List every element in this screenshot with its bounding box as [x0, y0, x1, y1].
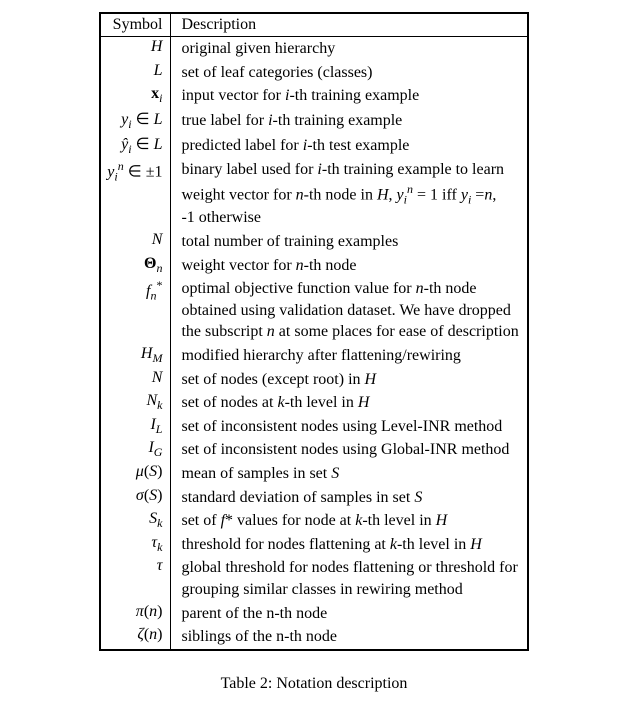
description-cell: optimal objective function value for n-t…	[171, 277, 528, 344]
symbol-cell: ζ(n)	[100, 625, 171, 650]
table-row: Nkset of nodes at k-th level in H	[100, 391, 527, 415]
description-cell: set of leaf categories (classes)	[171, 61, 528, 85]
description-cell: set of f* values for node at k-th level …	[171, 509, 528, 533]
header-description: Description	[171, 13, 528, 37]
table-row: IGset of inconsistent nodes using Global…	[100, 438, 527, 462]
table-row: Θnweight vector for n-th node	[100, 254, 527, 278]
caption-text: Notation description	[276, 675, 407, 692]
symbol-cell: σ(S)	[100, 486, 171, 510]
header-symbol: Symbol	[100, 13, 171, 37]
symbol-cell: yi ∈ L	[100, 108, 171, 133]
table-row: Lset of leaf categories (classes)	[100, 61, 527, 85]
symbol-cell: π(n)	[100, 602, 171, 626]
symbol-cell: τk	[100, 533, 171, 557]
symbol-cell: Nk	[100, 391, 171, 415]
description-cell: binary label used for i-th training exam…	[171, 158, 528, 230]
symbol-cell: ŷi ∈ L	[100, 133, 171, 158]
description-cell: set of nodes (except root) in H	[171, 368, 528, 392]
table-row: ζ(n)siblings of the n-th node	[100, 625, 527, 650]
notation-table: Symbol Description Horiginal given hiera…	[99, 12, 528, 651]
description-cell: original given hierarchy	[171, 37, 528, 61]
table-row: σ(S)standard deviation of samples in set…	[100, 486, 527, 510]
table-row: ŷi ∈ Lpredicted label for i-th test exam…	[100, 133, 527, 158]
symbol-cell: Sk	[100, 509, 171, 533]
table-row: fn*optimal objective function value for …	[100, 277, 527, 344]
description-cell: set of inconsistent nodes using Global-I…	[171, 438, 528, 462]
description-cell: mean of samples in set S	[171, 462, 528, 486]
symbol-cell: N	[100, 368, 171, 392]
description-cell: input vector for i-th training example	[171, 84, 528, 108]
symbol-cell: L	[100, 61, 171, 85]
symbol-cell: fn*	[100, 277, 171, 344]
table-caption: Table 2: Notation description	[12, 675, 616, 693]
table-row: Skset of f* values for node at k-th leve…	[100, 509, 527, 533]
caption-prefix: Table 2:	[221, 675, 277, 692]
description-cell: parent of the n-th node	[171, 602, 528, 626]
header-row: Symbol Description	[100, 13, 527, 37]
description-cell: predicted label for i-th test example	[171, 133, 528, 158]
description-cell: true label for i-th training example	[171, 108, 528, 133]
description-cell: set of nodes at k-th level in H	[171, 391, 528, 415]
symbol-cell: IG	[100, 438, 171, 462]
symbol-cell: Θn	[100, 254, 171, 278]
description-cell: weight vector for n-th node	[171, 254, 528, 278]
symbol-cell: H	[100, 37, 171, 61]
table-row: xiinput vector for i-th training example	[100, 84, 527, 108]
table-row: Horiginal given hierarchy	[100, 37, 527, 61]
table-row: Nset of nodes (except root) in H	[100, 368, 527, 392]
description-cell: global threshold for nodes flattening or…	[171, 556, 528, 601]
table-row: τglobal threshold for nodes flattening o…	[100, 556, 527, 601]
description-cell: siblings of the n-th node	[171, 625, 528, 650]
description-cell: standard deviation of samples in set S	[171, 486, 528, 510]
description-cell: set of inconsistent nodes using Level-IN…	[171, 415, 528, 439]
symbol-cell: xi	[100, 84, 171, 108]
table-row: yi ∈ Ltrue label for i-th training examp…	[100, 108, 527, 133]
table-row: π(n)parent of the n-th node	[100, 602, 527, 626]
table-row: τkthreshold for nodes flattening at k-th…	[100, 533, 527, 557]
symbol-cell: N	[100, 230, 171, 254]
table-row: μ(S)mean of samples in set S	[100, 462, 527, 486]
description-cell: total number of training examples	[171, 230, 528, 254]
description-cell: threshold for nodes flattening at k-th l…	[171, 533, 528, 557]
symbol-cell: μ(S)	[100, 462, 171, 486]
symbol-cell: yin ∈ ±1	[100, 158, 171, 230]
symbol-cell: HM	[100, 344, 171, 368]
symbol-cell: IL	[100, 415, 171, 439]
table-row: HMmodified hierarchy after flattening/re…	[100, 344, 527, 368]
table-row: ILset of inconsistent nodes using Level-…	[100, 415, 527, 439]
table-row: yin ∈ ±1binary label used for i-th train…	[100, 158, 527, 230]
description-cell: modified hierarchy after flattening/rewi…	[171, 344, 528, 368]
table-body: Horiginal given hierarchyLset of leaf ca…	[100, 37, 527, 650]
table-row: Ntotal number of training examples	[100, 230, 527, 254]
symbol-cell: τ	[100, 556, 171, 601]
